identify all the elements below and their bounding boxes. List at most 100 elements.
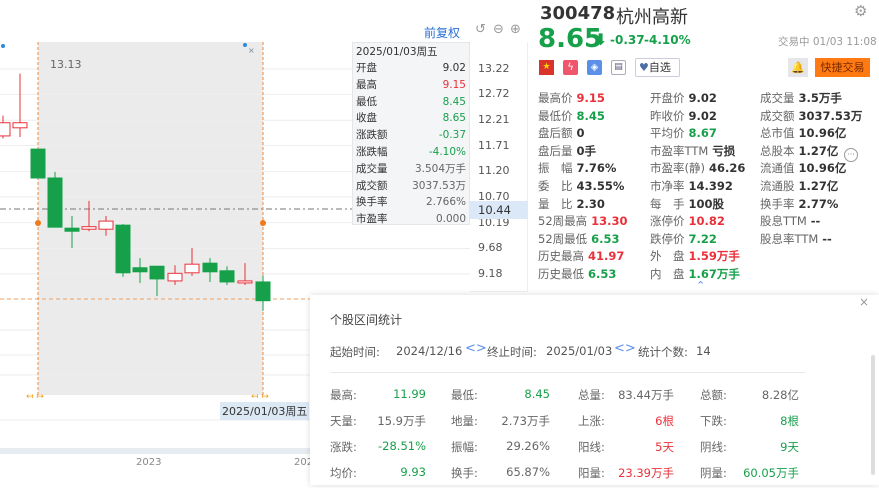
tooltip-value: 8.45 [442, 95, 466, 108]
range-stat-value: 9.93 [400, 465, 426, 479]
adjust-mode-button[interactable]: 前复权 [424, 24, 460, 41]
stat-value: 7.76% [576, 161, 617, 176]
range-stat-value: -28.51% [378, 439, 426, 453]
navigator-year: 2023 [136, 457, 162, 468]
tooltip-label: 最低 [356, 95, 377, 108]
stat-label: 流通股 [760, 179, 795, 193]
price-axis-tick: 9.18 [478, 266, 503, 280]
stat-value: 41.97 [588, 249, 625, 264]
quote-stat: 盘后量 0手 [538, 143, 596, 159]
quote-stat: 股息TTM -- [760, 213, 820, 229]
stat-label: 52周最高 [538, 214, 588, 229]
tooltip-row: 开盘 9.02 [356, 60, 466, 77]
popup-title: 个股区间统计 [330, 313, 403, 327]
stat-label: 盘后额 [538, 126, 573, 141]
quote-stat: 平均价 8.67 [650, 125, 717, 141]
tooltip-row: 成交量 3.504万手 [356, 161, 466, 178]
navigator-area[interactable] [0, 448, 310, 454]
end-time-stepper-icon[interactable]: <> [614, 341, 636, 356]
range-stat-value: 60.05万手 [743, 466, 799, 480]
stat-value: 10.96亿 [798, 161, 847, 176]
tooltip-label: 成交额 [356, 179, 388, 192]
range-handle[interactable] [35, 220, 41, 226]
range-handle[interactable] [260, 220, 266, 226]
collapse-chevron-icon[interactable]: ⌃ [696, 279, 705, 292]
stat-label: 股息率TTM [760, 231, 819, 246]
tag-icon[interactable]: ◈ [587, 60, 602, 75]
tooltip-value: 9.02 [442, 62, 466, 74]
quote-stat: 成交量 3.5万手 [760, 90, 842, 106]
start-time-value[interactable]: 2024/12/16 [396, 344, 462, 358]
stat-label: 昨收价 [650, 108, 685, 123]
quote-stat: 换手率 2.77% [760, 196, 838, 212]
remove-range-icon[interactable]: × [248, 46, 255, 55]
stat-value: 亏损 [712, 143, 736, 158]
range-stat-value: 6根 [655, 414, 674, 428]
candle[interactable] [47, 171, 63, 228]
stat-label: 换手率 [760, 196, 795, 211]
range-stat-value: 23.39万手 [618, 466, 674, 480]
range-stat-value: 11.99 [393, 387, 426, 401]
quote-stat: 52周最高 13.30 [538, 213, 628, 229]
margin-trading-icon[interactable]: ϟ [563, 60, 578, 75]
start-time-stepper-icon[interactable]: <> [465, 341, 487, 356]
end-time-value[interactable]: 2025/01/03 [546, 344, 612, 358]
quote-stat: 总股本 1.27亿 [760, 143, 838, 159]
trading-status: 交易中 01/03 11:08 [778, 36, 877, 48]
divider [330, 372, 805, 373]
stat-label: 市盈率(静) [650, 161, 705, 176]
alert-bell-icon[interactable]: 🔔 [788, 58, 808, 77]
stat-value: 8.45 [576, 108, 605, 123]
candle-body [167, 272, 183, 282]
more-icon[interactable]: ··· [844, 148, 858, 162]
stat-value: -- [810, 214, 821, 229]
reset-icon[interactable]: ↺ [475, 22, 486, 37]
close-icon[interactable]: × [859, 295, 869, 309]
zoom-in-icon[interactable]: ⊕ [510, 22, 521, 37]
zoom-out-icon[interactable]: ⊖ [493, 22, 504, 37]
settings-gear-icon[interactable]: ⚙ [854, 2, 867, 20]
candle[interactable] [115, 224, 131, 277]
candle-tooltip: 2025/01/03周五 开盘 9.02 最高 9.15 最低 8.45 收盘 8.65 涨跌额… [352, 42, 470, 225]
candle-body [202, 262, 218, 273]
count-value: 14 [696, 344, 711, 358]
price-axis-tick: 11.20 [478, 164, 510, 178]
tooltip-value: -4.10% [428, 145, 466, 158]
stat-label: 股息TTM [760, 214, 807, 229]
stat-label: 平均价 [650, 126, 685, 141]
candle[interactable] [12, 73, 28, 137]
stat-label: 盘后量 [538, 143, 573, 158]
candle[interactable] [0, 115, 11, 139]
quote-stat: 市净率 14.392 [650, 178, 733, 194]
stat-value: 6.53 [591, 231, 620, 246]
scrollbar[interactable] [871, 355, 875, 475]
tooltip-label: 换手率 [356, 196, 388, 209]
last-price: 8.65 [538, 24, 603, 54]
notes-icon[interactable]: ▤ [611, 60, 626, 75]
range-stat-value: 8.28亿 [761, 388, 799, 402]
crosshair-date-label: 2025/01/03周五 [220, 402, 310, 420]
range-stat-value: 2.73万手 [501, 414, 550, 428]
range-drag-arrows-icon[interactable]: ↤ ↦ [26, 392, 44, 402]
stat-label: 最低价 [538, 108, 573, 123]
stat-label: 52周最低 [538, 231, 588, 246]
candle-body [98, 220, 114, 230]
range-stat-value: 29.26% [506, 439, 550, 453]
stat-value: 0 [576, 126, 585, 141]
range-stat-value: 8根 [780, 414, 799, 428]
candle[interactable] [30, 148, 46, 179]
range-stat-value: 9天 [780, 440, 799, 454]
tooltip-row: 成交额 3037.53万 [356, 178, 466, 195]
range-drag-arrows-icon[interactable]: ↤ ↦ [251, 392, 269, 402]
stat-value: 1.27亿 [798, 143, 839, 158]
quote-stat: 股息率TTM -- [760, 231, 832, 247]
stat-value: 1.27亿 [798, 179, 839, 193]
quick-trade-button[interactable]: 快捷交易 [815, 58, 870, 77]
candle-body [12, 122, 28, 129]
candle-body [47, 177, 63, 228]
stat-label: 外 盘 [650, 249, 685, 264]
tooltip-label: 成交量 [356, 162, 388, 175]
quote-stat: 历史最高 41.97 [538, 248, 624, 264]
range-stat-value: 8.45 [524, 387, 550, 401]
add-watchlist-button[interactable]: ♥自选 [635, 58, 680, 77]
